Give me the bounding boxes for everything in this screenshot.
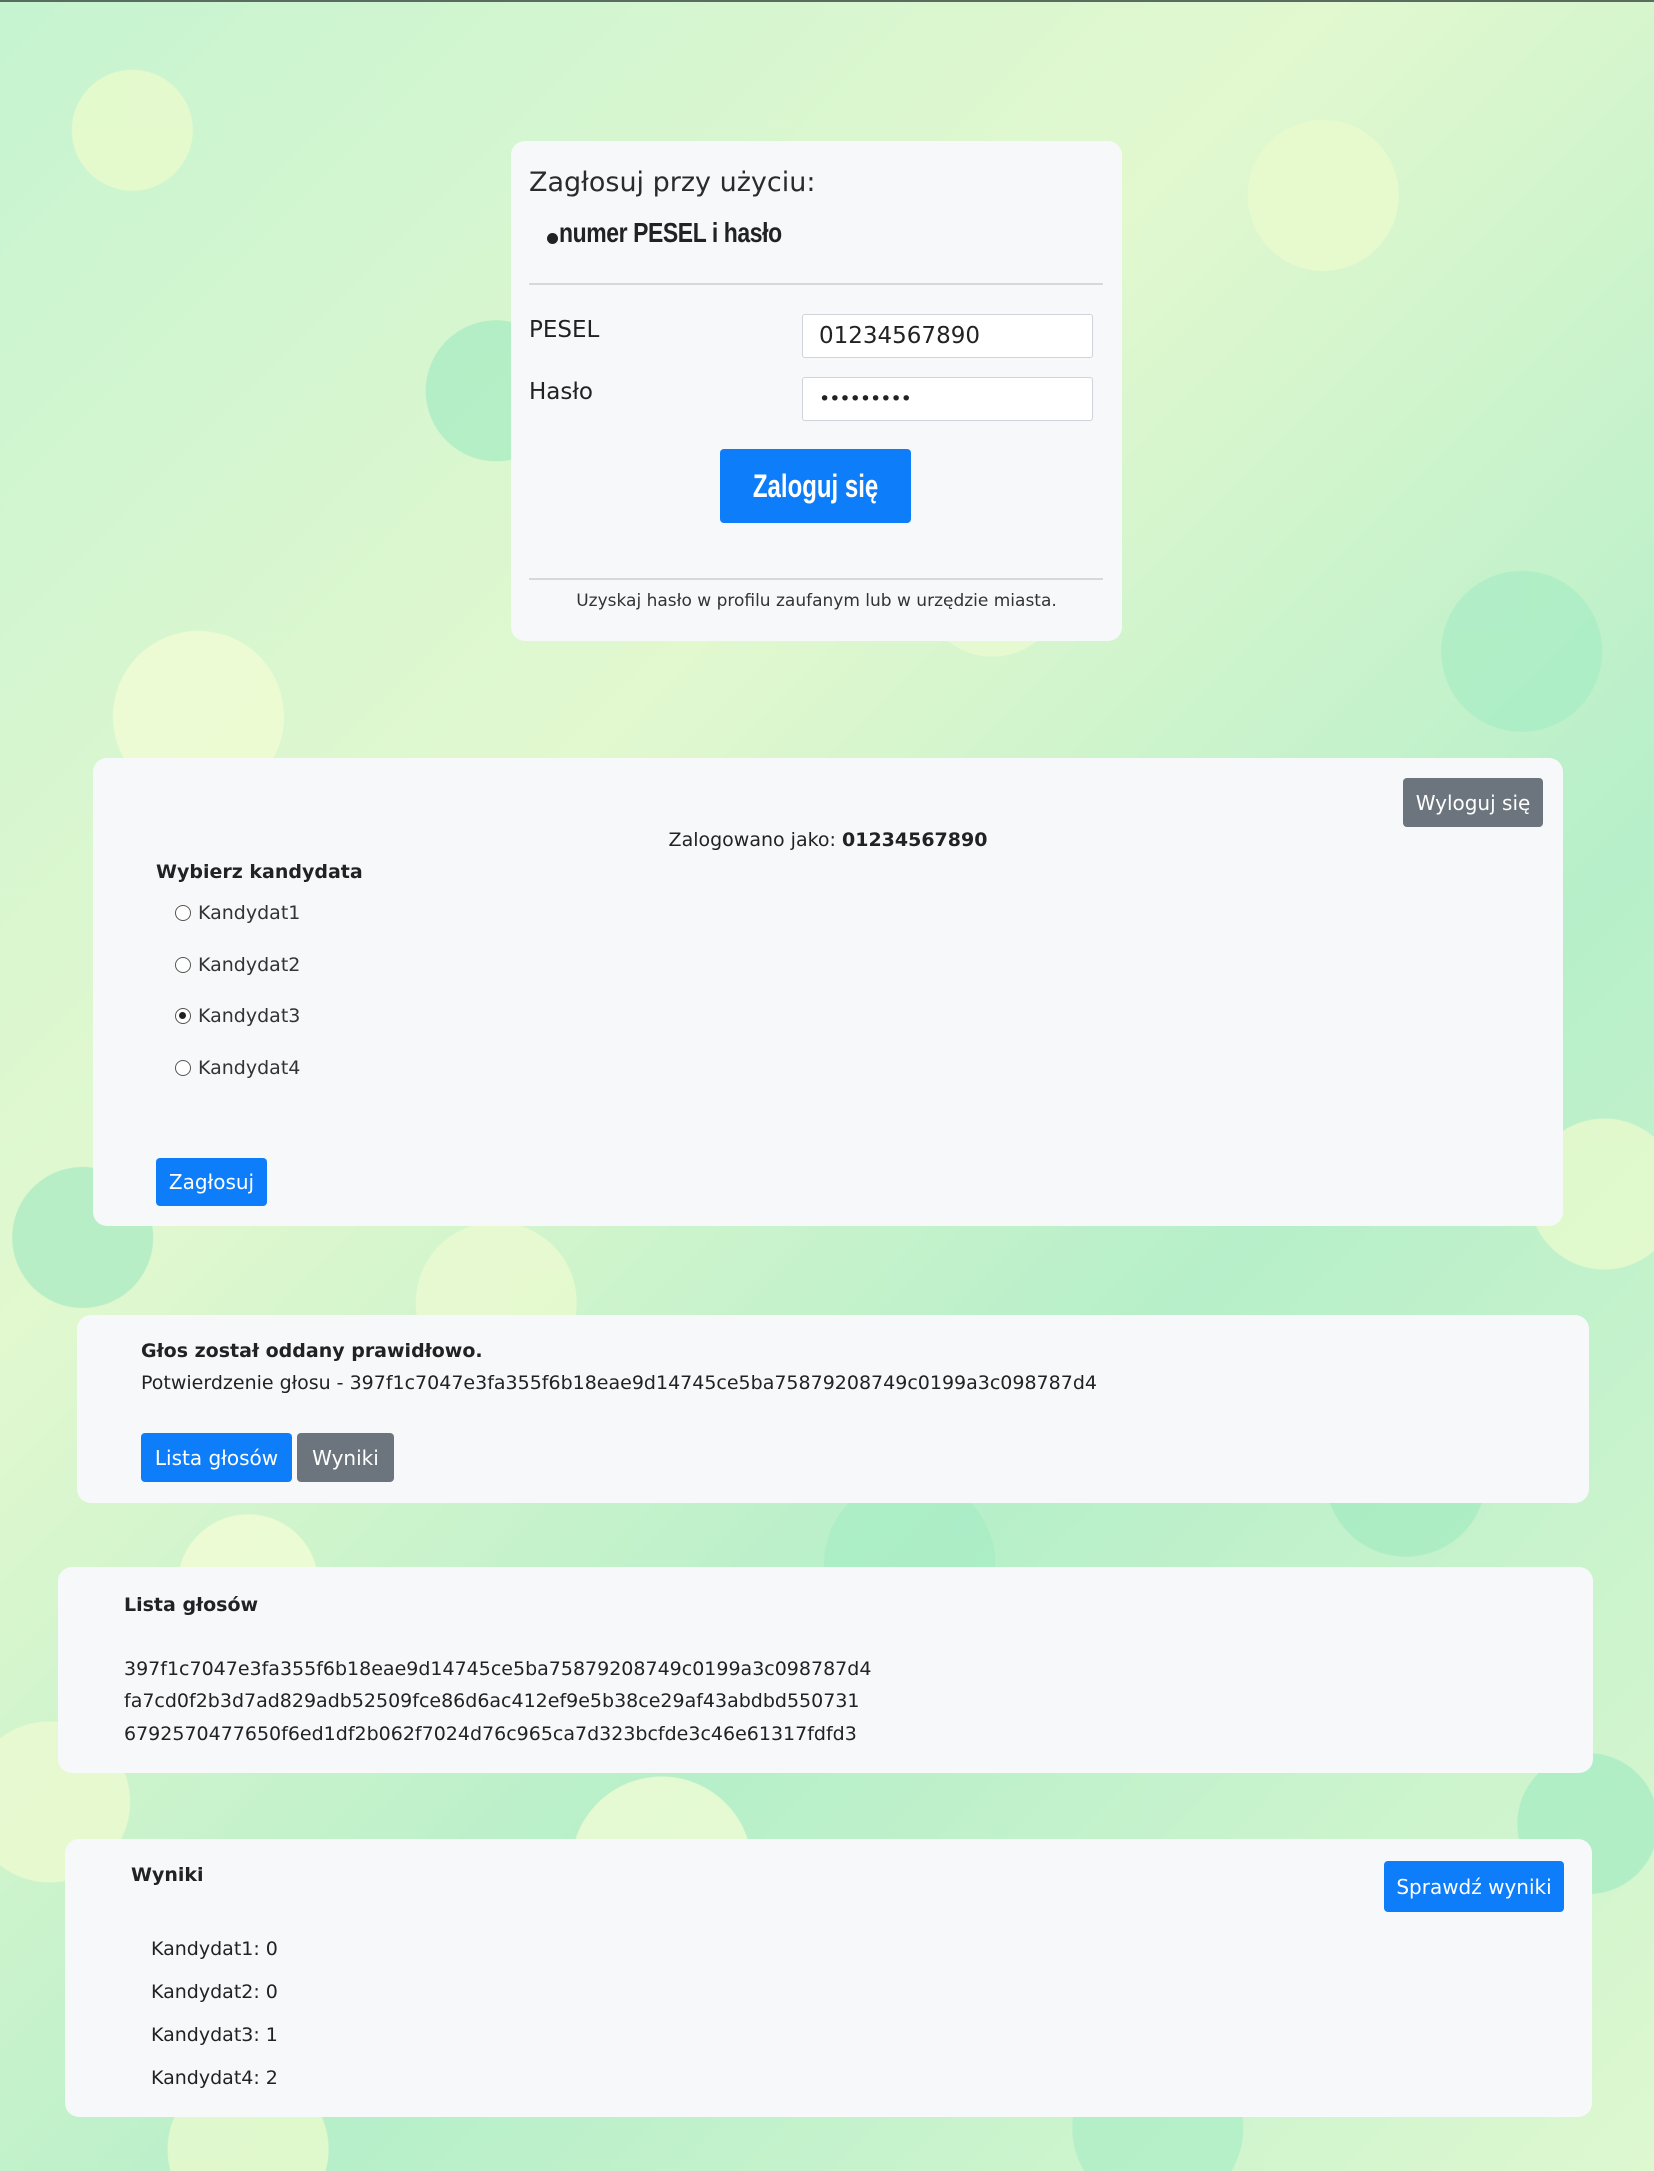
results-button[interactable]: Wyniki	[297, 1433, 394, 1482]
result-item: Kandydat3: 1	[151, 2024, 278, 2046]
confirmation-card: Głos został oddany prawidłowo. Potwierdz…	[77, 1315, 1589, 1503]
login-method: numer PESEL i hasło	[559, 217, 782, 248]
candidate-label: Kandydat3	[198, 1005, 301, 1027]
pesel-label: PESEL	[529, 317, 600, 343]
vote-card: Wyloguj się Zalogowano jako: 01234567890…	[93, 758, 1563, 1226]
vote-list-button[interactable]: Lista głosów	[141, 1433, 292, 1482]
check-results-button[interactable]: Sprawdź wyniki	[1384, 1861, 1564, 1912]
candidate-label: Kandydat4	[198, 1057, 301, 1079]
confirmation-detail: Potwierdzenie głosu - 397f1c7047e3fa355f…	[141, 1372, 1097, 1394]
results-card: Wyniki Sprawdź wyniki Kandydat1: 0 Kandy…	[65, 1839, 1592, 2117]
vote-hash: fa7cd0f2b3d7ad829adb52509fce86d6ac412ef9…	[124, 1690, 860, 1712]
divider	[529, 283, 1103, 285]
vote-button[interactable]: Zagłosuj	[156, 1158, 267, 1206]
candidate-option[interactable]: Kandydat3	[175, 1005, 300, 1027]
top-border	[0, 0, 1654, 2]
result-item: Kandydat2: 0	[151, 1981, 278, 2003]
vote-list-title: Lista głosów	[124, 1594, 259, 1616]
vote-list-card: Lista głosów 397f1c7047e3fa355f6b18eae9d…	[58, 1567, 1593, 1773]
logout-button[interactable]: Wyloguj się	[1403, 778, 1543, 827]
pesel-input[interactable]: 01234567890	[802, 314, 1093, 358]
radio-button[interactable]	[175, 905, 191, 921]
divider	[529, 578, 1103, 580]
logged-as-label: Zalogowano jako:	[668, 829, 836, 851]
choose-candidate-title: Wybierz kandydata	[156, 861, 363, 883]
radio-button[interactable]	[175, 957, 191, 973]
candidate-label: Kandydat2	[198, 954, 301, 976]
confirmation-title: Głos został oddany prawidłowo.	[141, 1340, 483, 1362]
candidate-option[interactable]: Kandydat4	[175, 1057, 300, 1079]
login-card: Zagłosuj przy użyciu: numer PESEL i hasł…	[511, 141, 1122, 641]
candidate-label: Kandydat1	[198, 902, 301, 924]
password-input[interactable]: •••••••••	[802, 377, 1093, 421]
vote-hash: 397f1c7047e3fa355f6b18eae9d14745ce5ba758…	[124, 1658, 872, 1680]
radio-button-checked[interactable]	[175, 1008, 191, 1024]
bullet-icon	[547, 233, 558, 244]
candidate-option[interactable]: Kandydat1	[175, 902, 300, 924]
login-footer: Uzyskaj hasło w profilu zaufanym lub w u…	[576, 591, 1057, 611]
login-button[interactable]: Zaloguj się	[720, 449, 911, 523]
login-button-label: Zaloguj się	[752, 467, 879, 504]
radio-button[interactable]	[175, 1060, 191, 1076]
result-item: Kandydat4: 2	[151, 2067, 278, 2089]
password-label: Hasło	[529, 379, 593, 405]
results-title: Wyniki	[131, 1864, 204, 1886]
logged-as-value: 01234567890	[842, 829, 988, 851]
logged-as: Zalogowano jako: 01234567890	[93, 829, 1563, 851]
candidate-option[interactable]: Kandydat2	[175, 954, 300, 976]
result-item: Kandydat1: 0	[151, 1938, 278, 1960]
login-title: Zagłosuj przy użyciu:	[529, 167, 816, 198]
vote-hash: 6792570477650f6ed1df2b062f7024d76c965ca7…	[124, 1723, 857, 1745]
